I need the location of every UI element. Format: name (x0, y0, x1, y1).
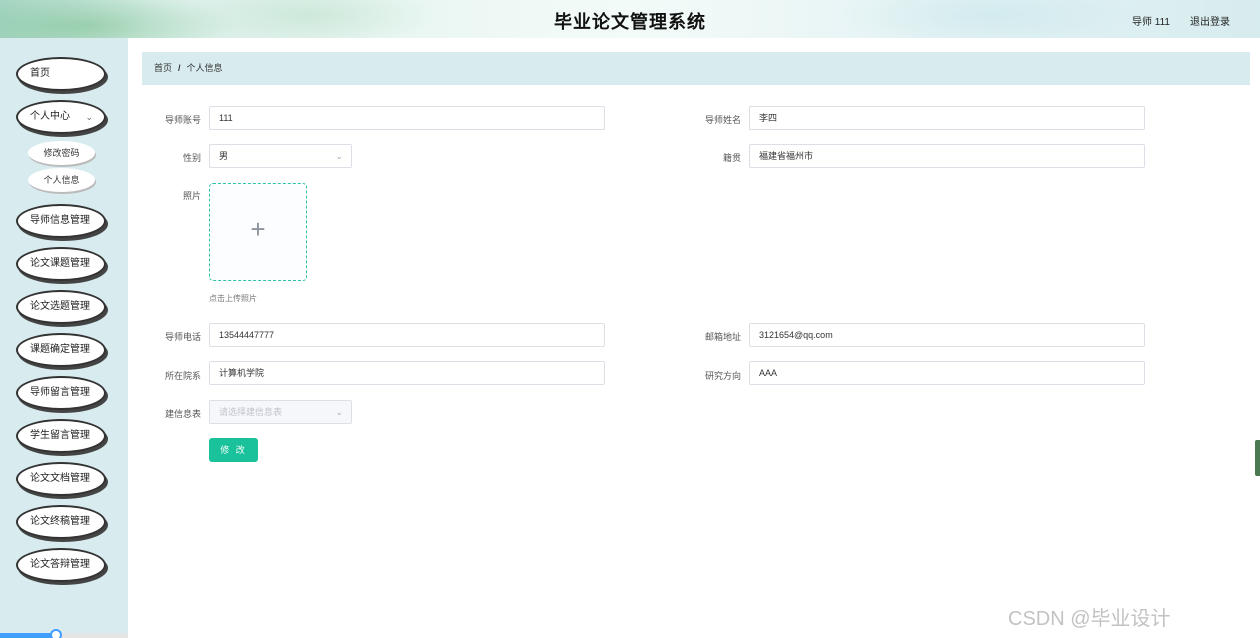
sidebar-item-label: 论文终稿管理 (30, 516, 90, 527)
origin-label: 籍贯 (722, 153, 741, 163)
account-input[interactable]: 111 (209, 106, 605, 130)
sidebar-subitem-label: 修改密码 (43, 148, 80, 158)
watermark: CSDN @毕业设计 (1008, 608, 1171, 630)
top-header: 毕业论文管理系统 导师 111 退出登录 (0, 0, 1260, 38)
chevron-down-icon: ⌄ (335, 407, 343, 417)
info-table-placeholder: 请选择建信息表 (219, 407, 283, 417)
email-input[interactable]: 3121654@qq.com (749, 323, 1145, 347)
breadcrumb: 首页 / 个人信息 (142, 52, 1250, 85)
sidebar-subitem-change-password[interactable]: 修改密码 (28, 141, 95, 165)
sidebar-item-label: 导师留言管理 (30, 387, 90, 398)
name-label: 导师姓名 (704, 115, 741, 125)
sidebar-item-tutor-info[interactable]: 导师信息管理 (16, 204, 106, 238)
sidebar-subitem-label: 个人信息 (43, 175, 80, 185)
sidebar-item-label: 论文答辩管理 (30, 559, 90, 570)
sidebar-item-thesis-docs[interactable]: 论文文档管理 (16, 462, 106, 496)
sidebar-item-label: 论文文档管理 (30, 473, 90, 484)
scrollbar-handle[interactable] (50, 629, 62, 638)
department-input[interactable]: 计算机学院 (209, 361, 605, 385)
current-user: 导师 111 (1132, 17, 1170, 28)
sidebar-item-label: 首页 (30, 68, 50, 79)
phone-label: 导师电话 (164, 332, 201, 342)
sidebar-item-home[interactable]: 首页 (16, 57, 106, 91)
chevron-down-icon: ⌄ (335, 151, 343, 161)
gender-select[interactable]: 男 ⌄ (209, 144, 352, 168)
sidebar-item-topic-confirm[interactable]: 课题确定管理 (16, 333, 106, 367)
sidebar-item-tutor-messages[interactable]: 导师留言管理 (16, 376, 106, 410)
research-input[interactable]: AAA (749, 361, 1145, 385)
sidebar-item-topic-selection[interactable]: 论文选题管理 (16, 290, 106, 324)
sidebar-item-final-drafts[interactable]: 论文终稿管理 (16, 505, 106, 539)
sidebar-item-label: 个人中心 (30, 111, 70, 122)
account-label: 导师账号 (164, 115, 201, 125)
scrollbar-fill (0, 633, 52, 638)
plus-icon: + (250, 214, 266, 244)
breadcrumb-separator: / (178, 63, 181, 73)
sidebar-item-student-messages[interactable]: 学生留言管理 (16, 419, 106, 453)
submit-button[interactable]: 修 改 (209, 438, 258, 462)
upload-tip: 点击上传照片 (209, 294, 257, 303)
info-table-select[interactable]: 请选择建信息表 ⌄ (209, 400, 352, 424)
logout-link[interactable]: 退出登录 (1190, 13, 1230, 28)
sidebar-item-defense[interactable]: 论文答辩管理 (16, 548, 106, 582)
sidebar-item-label: 学生留言管理 (30, 430, 90, 441)
origin-input[interactable]: 福建省福州市 (749, 144, 1145, 168)
sidebar-subitem-personal-info[interactable]: 个人信息 (28, 168, 95, 192)
photo-upload-area[interactable]: + (209, 183, 307, 281)
sidebar-item-label: 导师信息管理 (30, 215, 90, 226)
research-label: 研究方向 (704, 371, 741, 381)
sidebar-item-label: 论文选题管理 (30, 301, 90, 312)
breadcrumb-home[interactable]: 首页 (154, 63, 172, 73)
photo-label: 照片 (182, 191, 201, 201)
sidebar-item-label: 论文课题管理 (30, 258, 90, 269)
email-label: 邮箱地址 (704, 332, 741, 342)
sidebar-item-personal-center[interactable]: 个人中心 ⌄ (16, 100, 106, 134)
info-table-label: 建信息表 (164, 409, 201, 419)
chevron-down-icon: ⌄ (85, 112, 93, 122)
site-title: 毕业论文管理系统 (554, 12, 706, 32)
gender-label: 性别 (182, 153, 201, 163)
gender-value: 男 (219, 151, 229, 161)
sidebar-item-label: 课题确定管理 (30, 344, 90, 355)
name-input[interactable]: 李四 (749, 106, 1145, 130)
sidebar-scrollbar[interactable] (0, 629, 128, 638)
phone-input[interactable]: 13544447777 (209, 323, 605, 347)
floating-side-tab[interactable] (1255, 440, 1260, 476)
breadcrumb-current: 个人信息 (186, 63, 223, 73)
sidebar-item-thesis-topics[interactable]: 论文课题管理 (16, 247, 106, 281)
department-label: 所在院系 (164, 371, 201, 381)
